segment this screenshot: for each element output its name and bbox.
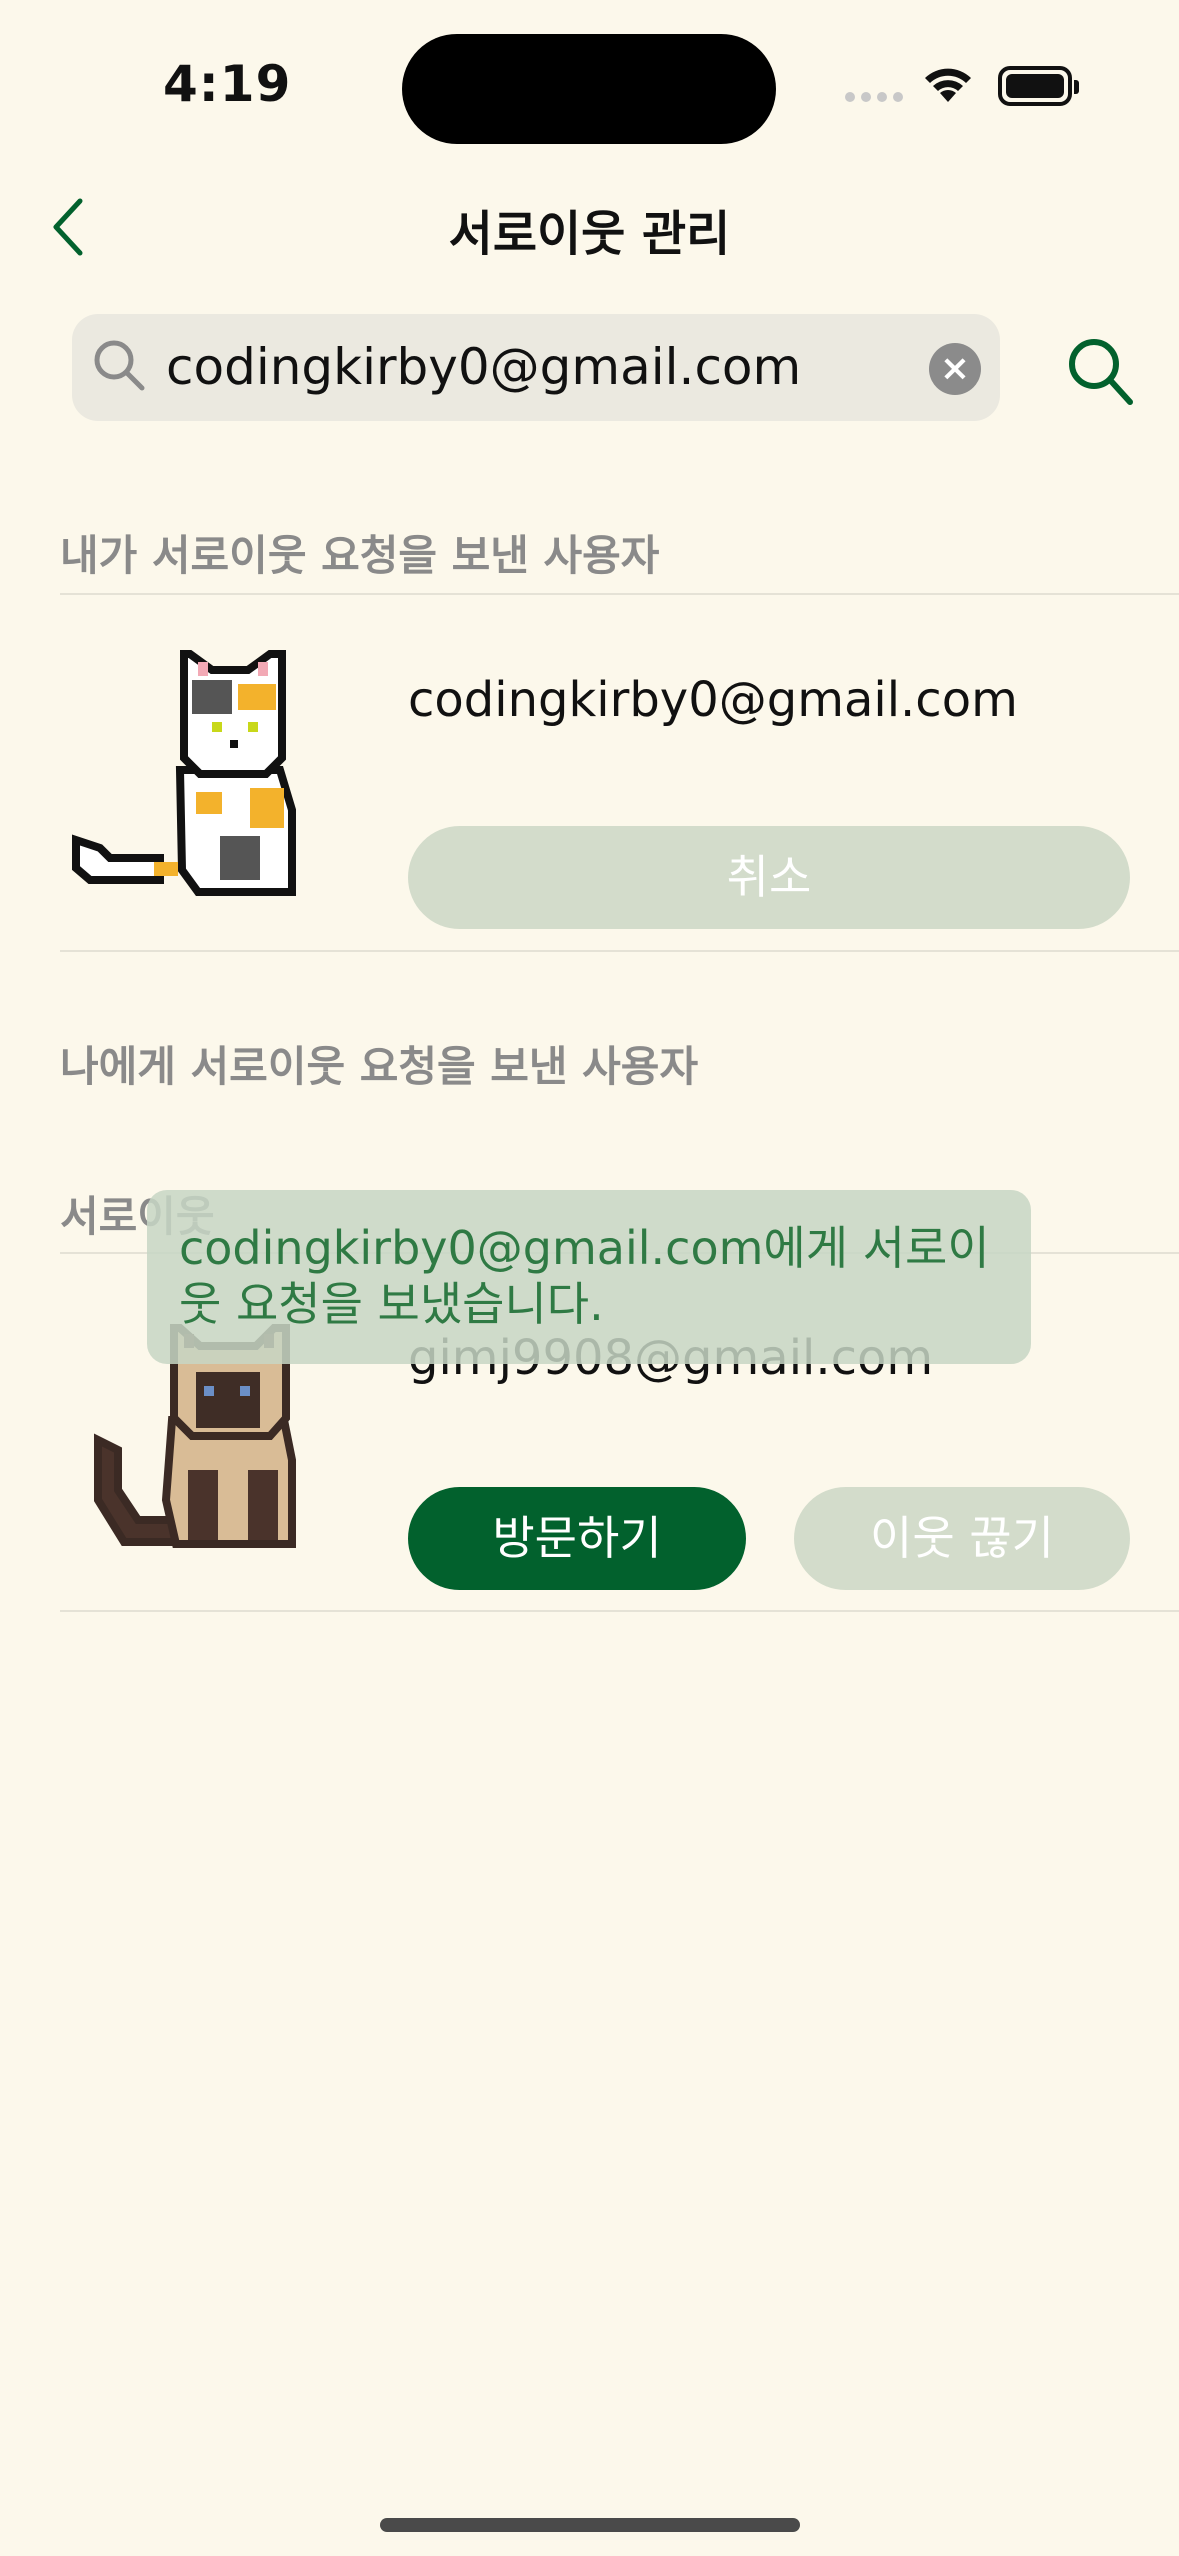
home-indicator[interactable] (380, 2518, 800, 2532)
search-input-value[interactable]: codingkirby0@gmail.com (166, 338, 801, 396)
dynamic-island (402, 34, 776, 144)
calico-cat-avatar (72, 650, 296, 896)
wifi-icon (925, 68, 971, 102)
divider (60, 593, 1179, 595)
search-button-icon[interactable] (1066, 336, 1136, 408)
status-time: 4:19 (163, 55, 292, 113)
page-title: 서로이웃 관리 (448, 206, 731, 262)
unfriend-button[interactable]: 이웃 끊기 (794, 1487, 1130, 1590)
toast-message: codingkirby0@gmail.com에게 서로이웃 요청을 보냈습니다. (147, 1190, 1031, 1364)
search-icon (94, 340, 145, 391)
divider (60, 1610, 1179, 1612)
battery-icon (998, 66, 1079, 106)
cellular-signal-icon (845, 92, 903, 102)
visit-button[interactable]: 방문하기 (408, 1487, 746, 1590)
sent-user-email: codingkirby0@gmail.com (408, 672, 1018, 728)
section-received-requests-label: 나에게 서로이웃 요청을 보낸 사용자 (60, 1042, 699, 1091)
cancel-request-button[interactable]: 취소 (408, 826, 1130, 929)
divider (60, 950, 1179, 952)
section-sent-requests-label: 내가 서로이웃 요청을 보낸 사용자 (60, 531, 660, 580)
clear-search-icon[interactable]: × (929, 343, 981, 395)
